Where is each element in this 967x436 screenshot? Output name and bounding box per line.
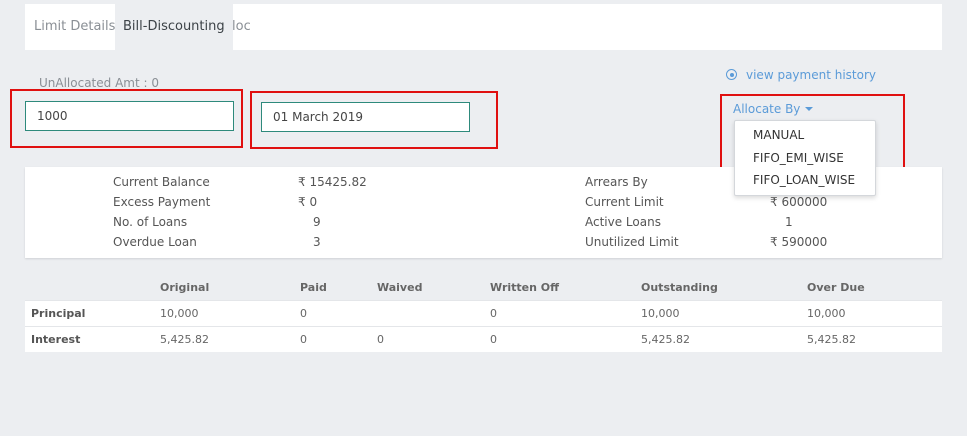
cell-paid: 0 xyxy=(300,307,307,320)
col-header-paid: Paid xyxy=(300,281,327,294)
cell-written-off: 0 xyxy=(490,333,497,346)
table-row: Interest 5,425.82 0 0 0 5,425.82 5,425.8… xyxy=(25,326,942,352)
unutilized-limit-label: Unutilized Limit xyxy=(585,235,679,249)
overdue-loan-label: Overdue Loan xyxy=(113,235,197,249)
unutilized-limit-value: ₹ 590000 xyxy=(770,235,828,249)
cell-paid: 0 xyxy=(300,333,307,346)
view-payment-history-label: view payment history xyxy=(746,68,876,82)
row-label-principal: Principal xyxy=(31,307,86,320)
menu-item-fifo-loan-wise[interactable]: FIFO_LOAN_WISE xyxy=(753,173,855,187)
col-header-original: Original xyxy=(160,281,210,294)
menu-item-manual[interactable]: MANUAL xyxy=(753,128,804,142)
allocate-by-label: Allocate By xyxy=(733,102,801,116)
excess-payment-label: Excess Payment xyxy=(113,195,211,209)
menu-item-fifo-emi-wise[interactable]: FIFO_EMI_WISE xyxy=(753,151,844,165)
tab-bill-discounting[interactable]: Bill-Discounting xyxy=(115,4,233,50)
circle-arrow-icon xyxy=(726,69,737,80)
allocate-by-dropdown-toggle[interactable]: Allocate By xyxy=(733,102,814,116)
tab-bar: Limit Details Bill-Discounting loc xyxy=(25,4,942,50)
cell-written-off: 0 xyxy=(490,307,497,320)
table-row: Principal 10,000 0 0 10,000 10,000 xyxy=(25,300,942,326)
col-header-waived: Waived xyxy=(377,281,423,294)
cell-outstanding: 10,000 xyxy=(641,307,680,320)
allocate-by-menu: MANUAL FIFO_EMI_WISE FIFO_LOAN_WISE xyxy=(734,120,876,196)
active-loans-label: Active Loans xyxy=(585,215,661,229)
arrears-by-label: Arrears By xyxy=(585,175,648,189)
tab-loc[interactable]: loc xyxy=(232,4,251,50)
tab-limit-details[interactable]: Limit Details xyxy=(34,4,115,50)
col-header-outstanding: Outstanding xyxy=(641,281,718,294)
payment-date-input[interactable]: 01 March 2019 xyxy=(261,102,470,132)
loan-breakdown-table: Original Paid Waived Written Off Outstan… xyxy=(25,274,942,352)
cell-waived: 0 xyxy=(377,333,384,346)
no-of-loans-label: No. of Loans xyxy=(113,215,188,229)
cell-over-due: 10,000 xyxy=(807,307,846,320)
cell-outstanding: 5,425.82 xyxy=(641,333,690,346)
no-of-loans-value: 9 xyxy=(313,215,321,229)
row-label-interest: Interest xyxy=(31,333,81,346)
current-limit-label: Current Limit xyxy=(585,195,664,209)
current-balance-value: ₹ 15425.82 xyxy=(298,175,367,189)
col-header-over-due: Over Due xyxy=(807,281,865,294)
col-header-written-off: Written Off xyxy=(490,281,560,294)
amount-input[interactable]: 1000 xyxy=(25,101,234,131)
table-header: Original Paid Waived Written Off Outstan… xyxy=(25,274,942,300)
unallocated-amount-label: UnAllocated Amt : 0 xyxy=(39,76,159,90)
active-loans-value: 1 xyxy=(785,215,793,229)
view-payment-history-link[interactable]: view payment history xyxy=(726,68,876,82)
current-balance-label: Current Balance xyxy=(113,175,210,189)
excess-payment-value: ₹ 0 xyxy=(298,195,318,209)
cell-original: 5,425.82 xyxy=(160,333,209,346)
caret-down-icon xyxy=(805,107,814,111)
overdue-loan-value: 3 xyxy=(313,235,321,249)
current-limit-value: ₹ 600000 xyxy=(770,195,828,209)
cell-over-due: 5,425.82 xyxy=(807,333,856,346)
cell-original: 10,000 xyxy=(160,307,199,320)
